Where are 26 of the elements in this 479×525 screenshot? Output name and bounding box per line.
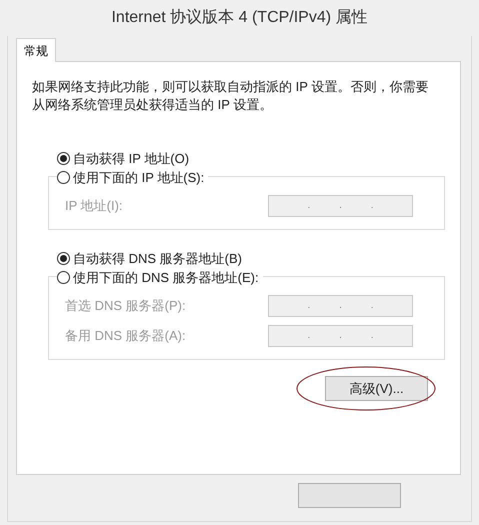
separator-dot: . [370,301,374,311]
radio-option[interactable]: 使用下面的 DNS 服务器地址(E): [57,268,263,288]
separator-dot: . [307,201,310,211]
field-label: IP 地址(I): [65,197,124,216]
separator-dot: . [307,301,310,311]
separator-dot: . [339,201,342,211]
radio-option[interactable]: 使用下面的 IP 地址(S): [57,168,208,188]
advanced-button[interactable]: 高级(V)... [325,376,428,401]
radio-button[interactable] [57,252,70,265]
field-label: 备用 DNS 服务器(A): [65,327,187,346]
radio-label: 自动获得 DNS 服务器地址(B) [73,250,242,268]
tab[interactable]: 常规 [16,38,56,62]
field-label: 首选 DNS 服务器(P): [65,297,187,316]
radio-label: 自动获得 IP 地址(O) [73,150,190,168]
window-title: Internet 协议版本 4 (TCP/IPv4) 属性 [111,8,368,28]
radio-button[interactable] [57,271,70,284]
separator-dot: . [370,201,374,211]
description-text: 如果网络支持此功能，则可以获取自动指派的 IP 设置。否则，你需要从网络系统管理员处获得适当的 IP 设置。 [32,78,430,114]
radio-label: 使用下面的 DNS 服务器地址(E): [73,269,259,287]
radio-label: 使用下面的 IP 地址(S): [73,169,204,187]
separator-dot: . [307,331,310,341]
separator-dot: . [339,331,342,341]
radio-button[interactable] [57,171,70,184]
separator-dot: . [339,301,342,311]
separator-dot: . [370,331,374,341]
radio-button[interactable] [57,152,70,165]
